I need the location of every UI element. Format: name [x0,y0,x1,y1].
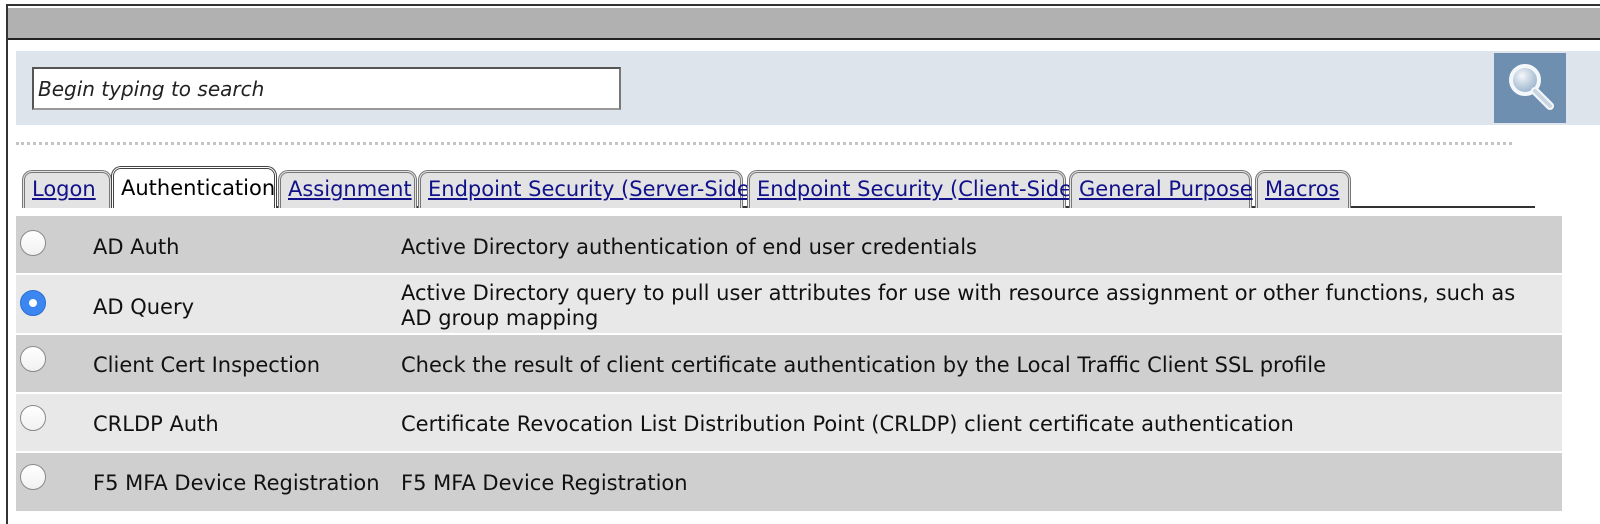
tab-endpoint-security-client-side[interactable]: Endpoint Security (Client-Side) [747,170,1080,208]
item-name: Client Cert Inspection [93,353,321,377]
item-description: Check the result of client certificate a… [401,353,1327,377]
window-titlebar[interactable] [8,6,1600,40]
list-item-crldp-auth[interactable]: CRLDP Auth Certificate Revocation List D… [16,394,1562,453]
search-button[interactable] [1494,53,1566,123]
search-input[interactable] [32,67,621,110]
dialog-window: Logon Authentication Assignment Endpoint… [6,4,1600,524]
item-description: F5 MFA Device Registration [401,471,688,495]
tab-general-purpose[interactable]: General Purpose [1069,170,1253,208]
radio-button[interactable] [20,464,46,490]
tab-label[interactable]: Logon [32,177,96,201]
item-name: CRLDP Auth [93,412,219,436]
item-description: Active Directory authentication of end u… [401,235,977,259]
item-description: Certificate Revocation List Distribution… [401,412,1294,436]
agent-list: AD Auth Active Directory authentication … [16,216,1562,513]
tab-label[interactable]: Endpoint Security (Server-Side) [428,177,758,201]
tab-authentication[interactable]: Authentication [111,166,277,208]
item-name: AD Query [93,295,195,319]
item-name: F5 MFA Device Registration [93,471,380,495]
category-tabs: Logon Authentication Assignment Endpoint… [22,164,1535,208]
separator [16,142,1512,145]
radio-button[interactable] [20,346,46,372]
tab-endpoint-security-server-side[interactable]: Endpoint Security (Server-Side) [418,170,758,208]
tab-label[interactable]: General Purpose [1079,177,1253,201]
list-item-ad-auth[interactable]: AD Auth Active Directory authentication … [16,216,1562,275]
radio-button[interactable] [20,230,46,256]
magnifier-icon [1504,60,1556,116]
item-name: AD Auth [93,235,180,259]
tab-label[interactable]: Authentication [121,176,275,200]
item-description: Active Directory query to pull user attr… [401,281,1516,330]
radio-button[interactable] [20,405,46,431]
list-item-client-cert-inspection[interactable]: Client Cert Inspection Check the result … [16,335,1562,394]
tab-macros[interactable]: Macros [1255,170,1351,208]
tab-label[interactable]: Endpoint Security (Client-Side) [757,177,1080,201]
tab-label[interactable]: Assignment [288,177,412,201]
list-item-f5-mfa-device-registration[interactable]: F5 MFA Device Registration F5 MFA Device… [16,453,1562,513]
search-bar [16,51,1600,125]
list-item-ad-query[interactable]: AD Query Active Directory query to pull … [16,275,1562,335]
tab-logon[interactable]: Logon [22,170,112,208]
tab-label[interactable]: Macros [1265,177,1340,201]
tab-assignment[interactable]: Assignment [278,170,417,208]
radio-button-selected[interactable] [20,290,46,316]
